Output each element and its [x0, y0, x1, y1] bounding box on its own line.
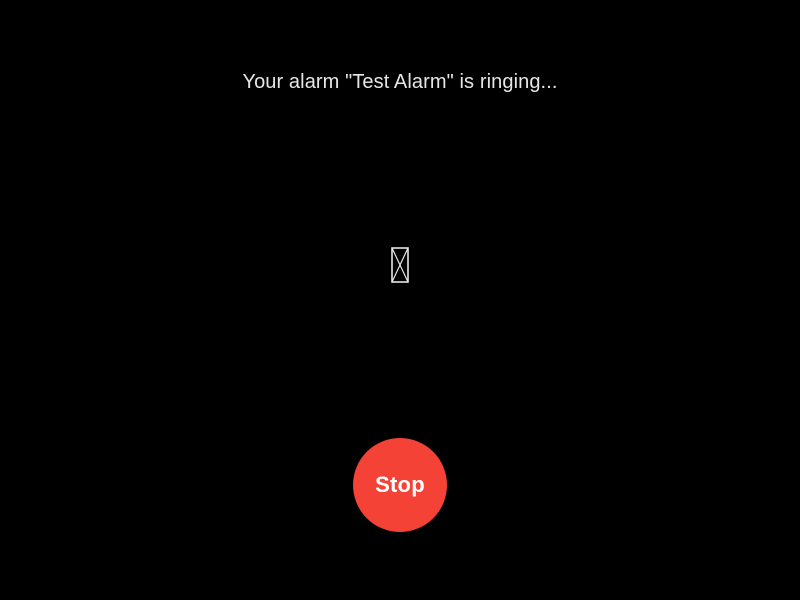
alarm-ringing-screen: Your alarm "Test Alarm" is ringing... St…: [0, 0, 800, 600]
alarm-message: Your alarm "Test Alarm" is ringing...: [242, 71, 558, 93]
missing-glyph-icon: [391, 247, 409, 283]
stop-button[interactable]: Stop: [353, 438, 447, 532]
